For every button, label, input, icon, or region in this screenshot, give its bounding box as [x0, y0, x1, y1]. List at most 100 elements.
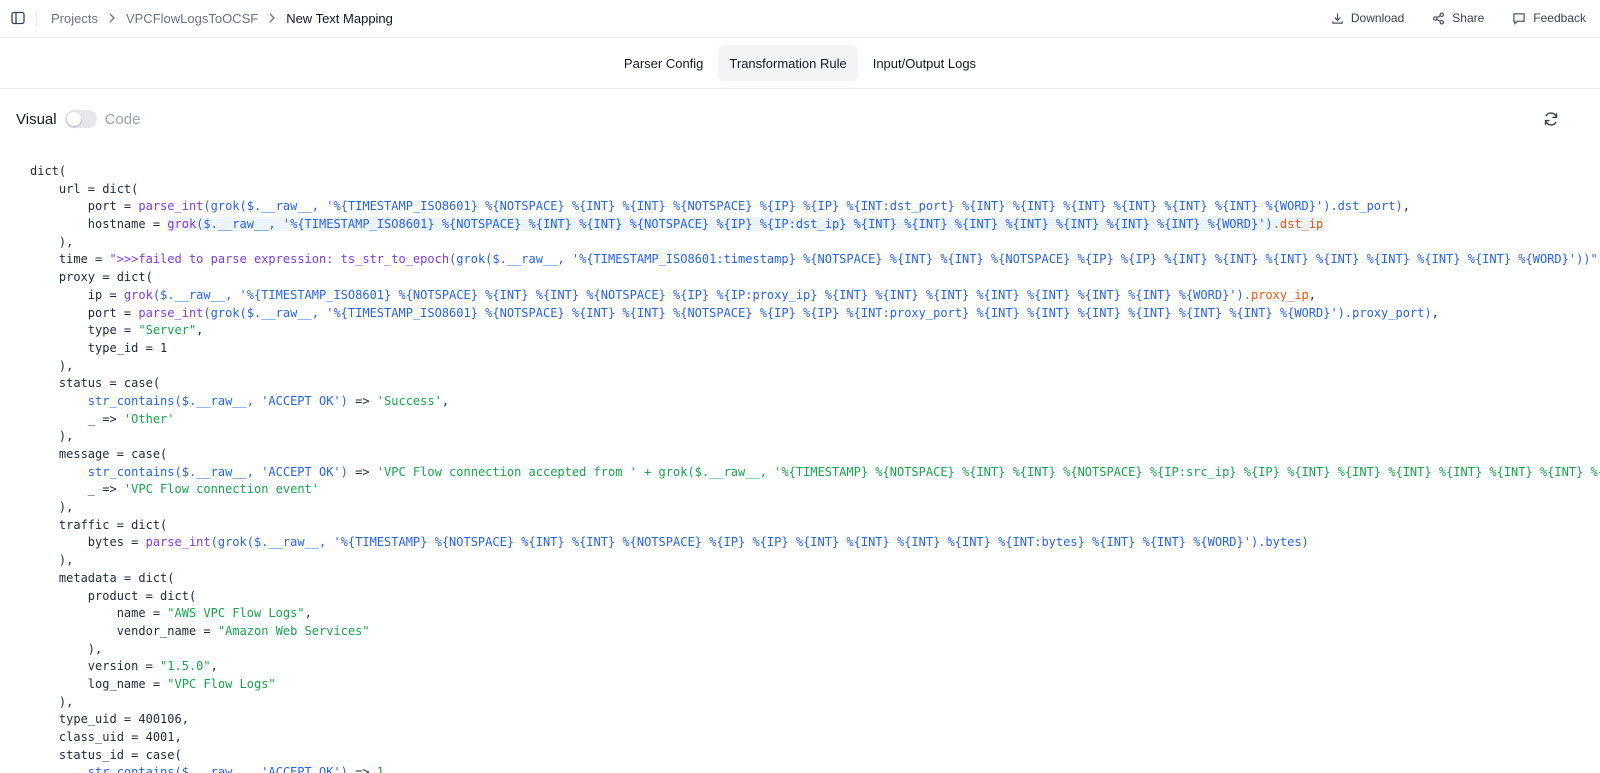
code-token: grok — [167, 217, 197, 232]
code-line: type_id = 1 — [30, 340, 1600, 358]
code-token: ($.__raw__, '%{TIMESTAMP_ISO8601} %{NOTS… — [196, 217, 1273, 232]
code-line: str_contains($.__raw__, 'ACCEPT OK') => … — [30, 464, 1600, 482]
top-actions: Download Share Feedback — [1331, 0, 1586, 36]
share-icon — [1433, 12, 1445, 24]
code-line: dict( — [30, 163, 1600, 181]
code-token: port = — [87, 199, 139, 214]
code-line: ), — [30, 694, 1600, 712]
visual-code-switch[interactable] — [64, 110, 97, 128]
code-token: "AWS VPC Flow Logs" — [167, 606, 305, 621]
code-token: 'Other' — [123, 411, 175, 426]
code-line: ), — [30, 428, 1600, 446]
share-button[interactable]: Share — [1432, 11, 1484, 25]
code-token: , — [1402, 199, 1410, 214]
code-line: str_contains($.__raw__, 'ACCEPT OK') => … — [30, 393, 1600, 411]
code-token: "Server" — [138, 323, 197, 338]
refresh-button[interactable] — [1542, 110, 1560, 128]
tab-parser-config[interactable]: Parser Config — [613, 45, 714, 81]
code-token: , — [1431, 305, 1439, 320]
code-token: metadata = dict( — [58, 570, 175, 585]
download-label: Download — [1350, 11, 1405, 25]
code-token: ($.__raw__, '%{TIMESTAMP_ISO8601} %{NOTS… — [152, 287, 1244, 302]
code-line: product = dict( — [30, 588, 1600, 606]
code-line: metadata = dict( — [30, 570, 1600, 588]
code-token: ), — [58, 234, 74, 249]
code-token: "VPC Flow Logs" — [167, 676, 276, 691]
code-token: , — [210, 659, 218, 674]
code-token: url = dict( — [58, 181, 139, 196]
code-token: => — [347, 464, 377, 479]
feedback-button[interactable]: Feedback — [1512, 11, 1586, 25]
download-icon — [1332, 12, 1343, 24]
code-line: type = "Server", — [30, 322, 1600, 340]
code-token: 'VPC Flow connection accepted from ' + g… — [376, 464, 1600, 479]
sidebar-toggle-icon[interactable] — [10, 10, 26, 26]
code-token: type_id = 1 — [87, 340, 168, 355]
code-token: bytes = — [87, 535, 146, 550]
code-token: .dst_ip — [1272, 217, 1324, 232]
code-token: 'VPC Flow connection event' — [123, 482, 319, 497]
code-token: dict( — [30, 164, 67, 178]
code-token: name = — [116, 606, 168, 621]
feedback-label: Feedback — [1533, 11, 1586, 25]
code-token: parse_int — [138, 305, 204, 320]
code-token: ), — [58, 358, 74, 373]
message-square-icon — [1513, 12, 1526, 25]
code-line: ), — [30, 552, 1600, 570]
code-token: , — [304, 606, 312, 621]
code-token: => — [347, 765, 377, 773]
visual-label: Visual — [16, 110, 57, 128]
code-line: hostname = grok($.__raw__, '%{TIMESTAMP_… — [30, 216, 1600, 234]
code-line: _ => 'Other' — [30, 411, 1600, 429]
switch-knob — [66, 112, 81, 126]
top-bar: Projects VPCFlowLogsToOCSF New Text Mapp… — [0, 0, 1600, 38]
breadcrumb-current: New Text Mapping — [286, 10, 393, 26]
transformation-code[interactable]: dict( url = dict( port = parse_int(grok(… — [30, 163, 1600, 773]
code-token: str_contains($.__raw__, 'ACCEPT OK') — [87, 393, 348, 408]
code-token: .proxy_ip — [1243, 287, 1309, 302]
code-token: version = — [87, 659, 161, 674]
breadcrumb-project[interactable]: VPCFlowLogsToOCSF — [126, 11, 258, 26]
tab-bar: Parser Config Transformation Rule Input/… — [0, 44, 1600, 82]
code-token: (grok($.__raw__, '%{TIMESTAMP} %{NOTSPAC… — [210, 535, 1309, 550]
breadcrumb-projects[interactable]: Projects — [51, 11, 98, 26]
code-line: bytes = parse_int(grok($.__raw__, '%{TIM… — [30, 534, 1600, 552]
download-button[interactable]: Download — [1331, 11, 1404, 25]
code-token: str_contains($.__raw__, 'ACCEPT OK') — [87, 765, 348, 773]
code-token: _ => — [87, 482, 124, 497]
code-token: (grok($.__raw__, '%{TIMESTAMP_ISO8601} %… — [203, 199, 1403, 214]
code-line: log_name = "VPC Flow Logs" — [30, 676, 1600, 694]
topbar-divider — [36, 11, 37, 27]
tab-transformation-rule[interactable]: Transformation Rule — [718, 45, 858, 81]
tab-input-output-logs[interactable]: Input/Output Logs — [862, 45, 987, 81]
code-token: product = dict( — [87, 588, 197, 603]
code-token: , — [441, 393, 450, 408]
code-line: vendor_name = "Amazon Web Services" — [30, 623, 1600, 641]
code-token: type = — [87, 323, 139, 338]
code-token: parse_int — [138, 199, 204, 214]
code-line: _ => 'VPC Flow connection event' — [30, 481, 1600, 499]
code-token: proxy = dict( — [58, 270, 153, 285]
code-token: str_contains($.__raw__, 'ACCEPT OK') — [87, 464, 348, 479]
